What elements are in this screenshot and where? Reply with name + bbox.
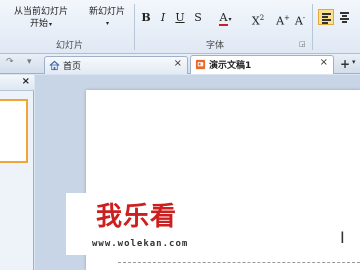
home-icon (49, 60, 60, 71)
strikethrough-button[interactable]: S (192, 10, 204, 26)
close-icon[interactable]: × (320, 57, 328, 68)
superscript-button[interactable]: X2 (250, 10, 266, 28)
close-icon[interactable]: × (22, 76, 30, 87)
tab-home-label: 首页 (63, 62, 82, 72)
shrink-mark: - (302, 14, 306, 22)
dropdown-caret-icon: ▾ (49, 21, 53, 28)
group-label-font: 字体 (206, 41, 225, 51)
tab-presentation-label: 演示文稿1 (209, 61, 252, 71)
tab-menu-caret-icon[interactable]: ▾ (352, 58, 356, 66)
start-from-current-slide-button[interactable]: 从当前幻灯片 开始▾ (8, 6, 74, 31)
watermark-logo-text: 我乐看 (96, 202, 178, 232)
tab-home[interactable]: 首页 × (44, 56, 188, 74)
enlarge-mark: + (284, 14, 290, 22)
group-separator (134, 4, 135, 50)
bold-button[interactable]: B (140, 10, 152, 26)
superscript-mark: 2 (259, 14, 265, 22)
text-placeholder-border[interactable] (118, 262, 360, 263)
font-dialog-launcher-icon[interactable]: ◲ (299, 40, 306, 48)
italic-button[interactable]: I (157, 10, 169, 26)
ribbon: 从当前幻灯片 开始▾ 新幻灯片 ▾ 幻灯片 B I U S A▾ X2 A+ A… (0, 0, 360, 54)
close-icon[interactable]: × (174, 58, 182, 69)
panel-header: × (0, 75, 34, 91)
shrink-letter: A (294, 14, 303, 28)
new-tab-button[interactable]: + (338, 56, 352, 72)
presentation-file-icon (195, 59, 206, 70)
dropdown-caret-icon: ▾ (105, 20, 109, 27)
underline-button[interactable]: U (174, 10, 186, 26)
start-from-current-label-1: 从当前幻灯片 (13, 7, 68, 17)
redo-icon[interactable]: ↷ (6, 57, 14, 67)
group-label-slides: 幻灯片 (56, 41, 84, 51)
group-separator (312, 4, 313, 50)
font-color-button[interactable]: A▾ (214, 10, 236, 26)
quick-access-menu-icon[interactable]: ▾ (27, 57, 32, 67)
dropdown-caret-icon: ▾ (228, 16, 232, 23)
watermark-url: www.wolekan.com (92, 239, 189, 249)
align-left-button[interactable] (318, 9, 334, 25)
start-from-current-label-2: 开始 (29, 19, 48, 29)
new-slide-button[interactable]: 新幻灯片 ▾ (84, 6, 130, 30)
enlarge-font-button[interactable]: A+ (276, 10, 290, 28)
new-slide-label: 新幻灯片 (88, 7, 125, 17)
superscript-letter: X (251, 14, 260, 28)
slides-thumbnail-panel: × (0, 75, 34, 270)
enlarge-letter: A (276, 14, 285, 28)
slide-thumbnail[interactable] (0, 99, 28, 163)
font-color-letter: A (218, 11, 229, 26)
slide-partial-text: I (340, 228, 345, 247)
shrink-font-button[interactable]: A- (293, 10, 307, 28)
align-center-button[interactable] (337, 9, 353, 25)
tab-presentation-1[interactable]: 演示文稿1 × (190, 55, 334, 74)
